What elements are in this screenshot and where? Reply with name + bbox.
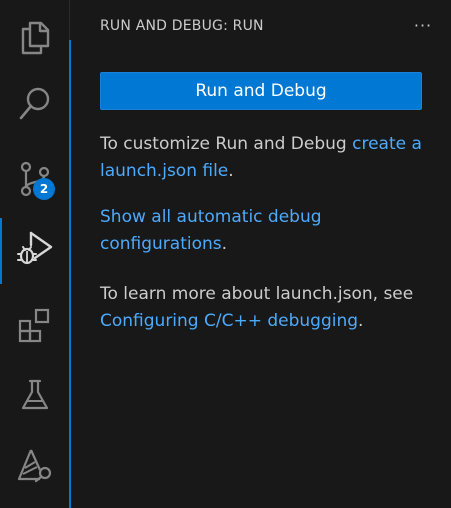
activity-extensions[interactable] (0, 292, 69, 358)
more-actions-button[interactable]: ··· (411, 15, 435, 37)
search-icon (19, 87, 49, 120)
files-icon (21, 21, 49, 55)
activity-explorer[interactable] (0, 4, 69, 70)
vscode-window: 2 RUN AND DEBUG: RUN ··· Run and Debug T… (0, 0, 451, 508)
automatic-configs-paragraph: Show all automatic debug configurations. (100, 204, 430, 258)
activity-remote-explorer[interactable] (0, 432, 69, 498)
activity-run-debug[interactable] (0, 214, 69, 284)
customize-period: . (228, 161, 234, 181)
extensions-icon (18, 308, 49, 343)
configuring-cpp-debugging-link[interactable]: Configuring C/C++ debugging (100, 311, 358, 331)
sidebar-content: RUN AND DEBUG: RUN ··· Run and Debug To … (69, 0, 451, 508)
sidebar-title: RUN AND DEBUG: RUN (100, 18, 264, 34)
automatic-configs-period: . (221, 234, 228, 254)
source-control-badge: 2 (33, 178, 55, 200)
testing-flask-icon (21, 379, 48, 410)
run-and-debug-button[interactable]: Run and Debug (100, 72, 422, 110)
run-debug-icon (16, 231, 52, 265)
show-automatic-debug-configurations-link[interactable]: Show all automatic debug configurations (100, 207, 322, 254)
activity-testing[interactable] (0, 362, 69, 428)
learn-more-paragraph: To learn more about launch.json, see Con… (100, 281, 430, 335)
remote-explorer-icon (17, 449, 51, 483)
activity-search[interactable] (0, 70, 69, 136)
activity-source-control[interactable] (0, 146, 69, 212)
learn-more-period: . (358, 311, 364, 331)
activity-bar: 2 (0, 0, 69, 508)
customize-text: To customize Run and Debug (100, 134, 353, 154)
learn-more-text: To learn more about launch.json, see (100, 284, 414, 304)
customize-paragraph: To customize Run and Debug create a laun… (100, 131, 430, 185)
